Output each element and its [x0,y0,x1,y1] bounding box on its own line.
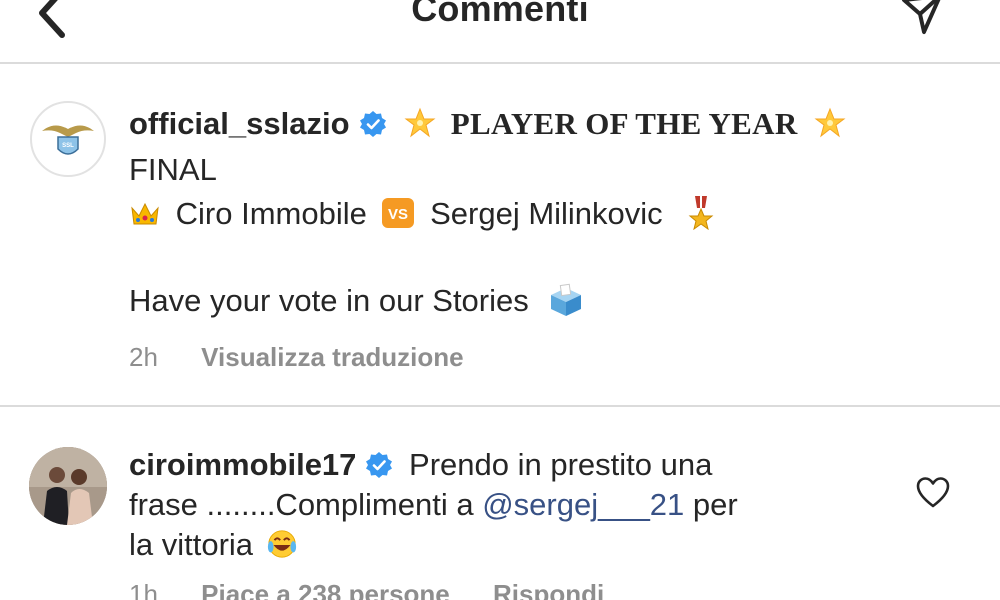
svg-text:SSL: SSL [62,143,74,149]
comment-text-part: frase ........Complimenti a [129,487,474,522]
comment-item: ciroimmobile17 Prendo in prestito una fr… [0,409,1000,600]
caption-line-2: FINAL [129,152,217,187]
timestamp: 1h [129,579,158,600]
comment-line-2: frase ........Complimenti a @sergej___21… [129,483,889,527]
tears-of-joy-icon [267,530,296,558]
comment-line-3: la vittoria [129,523,889,567]
profile-photo [29,447,107,525]
ballot-box-icon [551,283,582,316]
caption-line-3: Ciro Immobile VS Sergej Milinkovic [129,192,717,236]
glowing-star-icon [404,107,436,138]
lazio-eagle-logo: SSL [42,125,94,155]
likes-count-link[interactable]: Piace a 238 persone [201,579,450,600]
heart-icon [916,477,950,508]
caption-line-4: Have your vote in our Stories [129,279,585,323]
caption-line-4-text: Have your vote in our Stories [129,283,529,318]
crown-icon [131,202,159,225]
caption-headline: PLAYER OF THE YEAR [450,106,798,141]
player-one: Ciro Immobile [175,196,367,231]
comment-text-part: la vittoria [129,527,254,562]
username[interactable]: official_sslazio [129,106,350,141]
comment-text-part: per [684,487,738,522]
avatar[interactable] [29,447,107,525]
direct-send-icon [902,0,941,34]
post-caption: SSL official_sslazio PLAYER OF THE YEAR … [0,64,1000,407]
player-two: Sergej Milinkovic [430,196,663,231]
avatar[interactable]: SSL [30,101,106,177]
timestamp: 2h [129,342,158,372]
top-bar: Commenti [0,0,1000,64]
caption-line-1: official_sslazio PLAYER OF THE YEAR [129,102,846,146]
like-comment-button[interactable] [915,475,951,511]
page-title: Commenti [411,0,589,29]
vs-badge-label: VS [388,206,408,223]
glowing-star-icon [814,107,846,138]
see-translation-link[interactable]: Visualizza traduzione [201,342,463,372]
comment-meta: 1h Piace a 238 persone Rispondi [129,579,604,600]
mention-link[interactable]: @sergej___21 [482,487,684,522]
verified-badge-icon [359,111,386,137]
verified-badge-icon [366,452,393,478]
military-medal-icon [688,196,714,230]
comment-text-part: Prendo in prestito una [409,447,713,482]
username[interactable]: ciroimmobile17 [129,447,356,482]
caption-meta: 2h Visualizza traduzione [129,342,464,373]
reply-button[interactable]: Rispondi [493,579,604,600]
comment-text: ciroimmobile17 Prendo in prestito una fr… [129,443,889,567]
comment-line-1: ciroimmobile17 Prendo in prestito una [129,443,889,487]
vs-badge-icon: VS [382,198,415,228]
share-button[interactable] [892,0,952,44]
